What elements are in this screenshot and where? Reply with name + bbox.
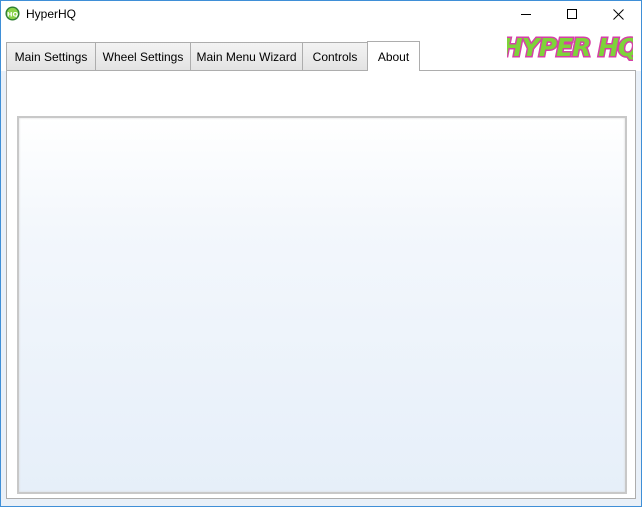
- main-window: HQ HyperHQ Main Settings Wheel Settings …: [0, 0, 642, 507]
- hyperhq-app-icon: HQ: [5, 6, 20, 21]
- tab-controls[interactable]: Controls: [302, 42, 368, 70]
- tab-label: About: [377, 49, 410, 64]
- tab-main-menu-wizard[interactable]: Main Menu Wizard: [190, 42, 303, 70]
- tab-label: Main Settings: [14, 49, 88, 64]
- maximize-button[interactable]: [549, 1, 595, 27]
- about-content-frame: [17, 116, 627, 494]
- tab-label: Main Menu Wizard: [196, 49, 297, 64]
- tab-about[interactable]: About: [367, 41, 420, 71]
- tab-label: Wheel Settings: [102, 49, 184, 64]
- tab-main-settings[interactable]: Main Settings: [6, 42, 96, 70]
- title-bar[interactable]: HQ HyperHQ: [1, 1, 641, 27]
- maximize-icon: [567, 9, 577, 19]
- tab-label: Controls: [312, 49, 358, 64]
- close-icon: [612, 8, 624, 20]
- minimize-button[interactable]: [503, 1, 549, 27]
- close-button[interactable]: [595, 1, 641, 27]
- svg-text:HQ: HQ: [7, 10, 18, 18]
- logo-text: HYPER HQ: [507, 33, 633, 62]
- tab-strip: Main Settings Wheel Settings Main Menu W…: [1, 27, 641, 71]
- tab-wheel-settings[interactable]: Wheel Settings: [95, 42, 191, 70]
- hyperhq-logo: HYPER HQ: [507, 32, 633, 64]
- minimize-icon: [521, 14, 531, 15]
- window-title: HyperHQ: [26, 7, 77, 21]
- about-tab-panel: [6, 70, 636, 499]
